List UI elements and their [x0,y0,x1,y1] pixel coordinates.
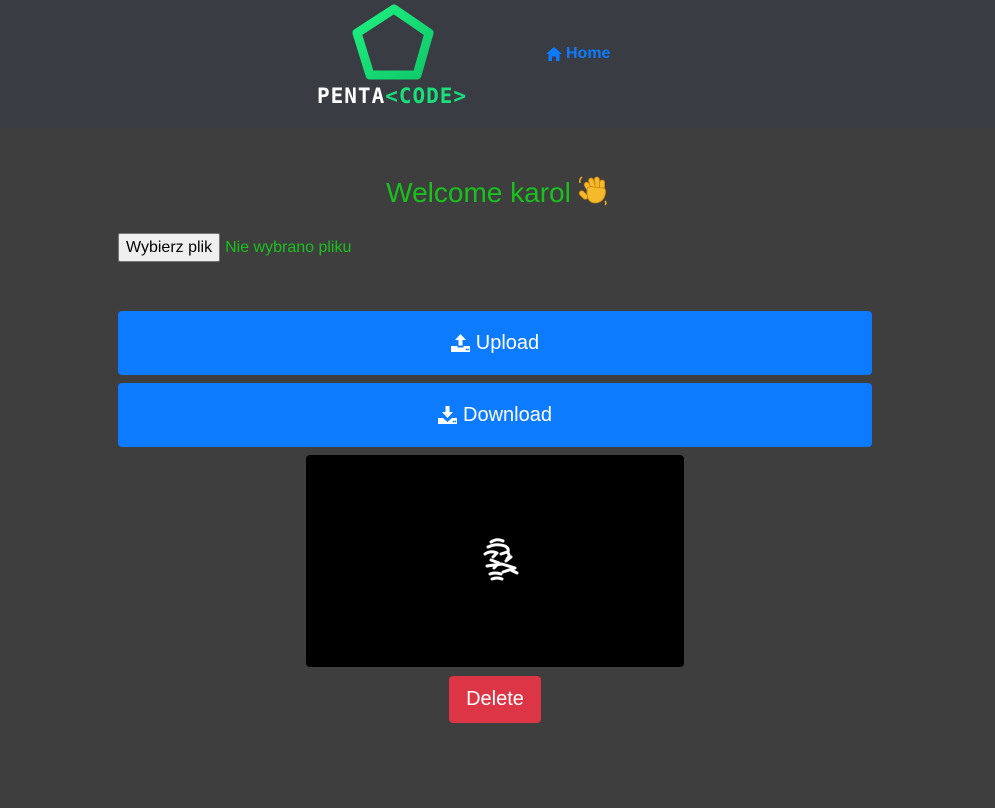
upload-label: Upload [475,331,540,354]
upload-icon [450,334,470,352]
file-input[interactable]: Wybierz plik Nie wybrano pliku [118,233,351,262]
face-drawing-icon [483,538,519,581]
choose-file-button[interactable]: Wybierz plik [118,233,221,262]
delete-button[interactable]: Delete [449,676,541,723]
download-icon [438,406,458,424]
brand-wordmark-code: <CODE> [385,84,468,108]
download-label: Download [463,403,552,426]
upload-button[interactable]: Upload [118,311,872,375]
brand-wordmark-penta: PENTA [317,84,386,108]
nav-home-link[interactable]: Home [546,44,610,64]
nav-home-label: Home [566,45,611,62]
navbar: PENTA<CODE> Home [0,0,995,128]
home-icon [546,47,562,61]
waving-hand-icon [577,174,609,215]
brand-wordmark: PENTA<CODE> [317,83,467,109]
file-status-text: Nie wybrano pliku [225,238,352,256]
uploaded-image-preview [306,455,684,667]
brand-logo[interactable]: PENTA<CODE> [313,2,473,108]
welcome-heading: Welcome karol [0,174,995,215]
download-button[interactable]: Download [118,383,872,447]
pentagon-logo-icon [352,4,434,80]
welcome-text: Welcome karol [386,177,571,208]
